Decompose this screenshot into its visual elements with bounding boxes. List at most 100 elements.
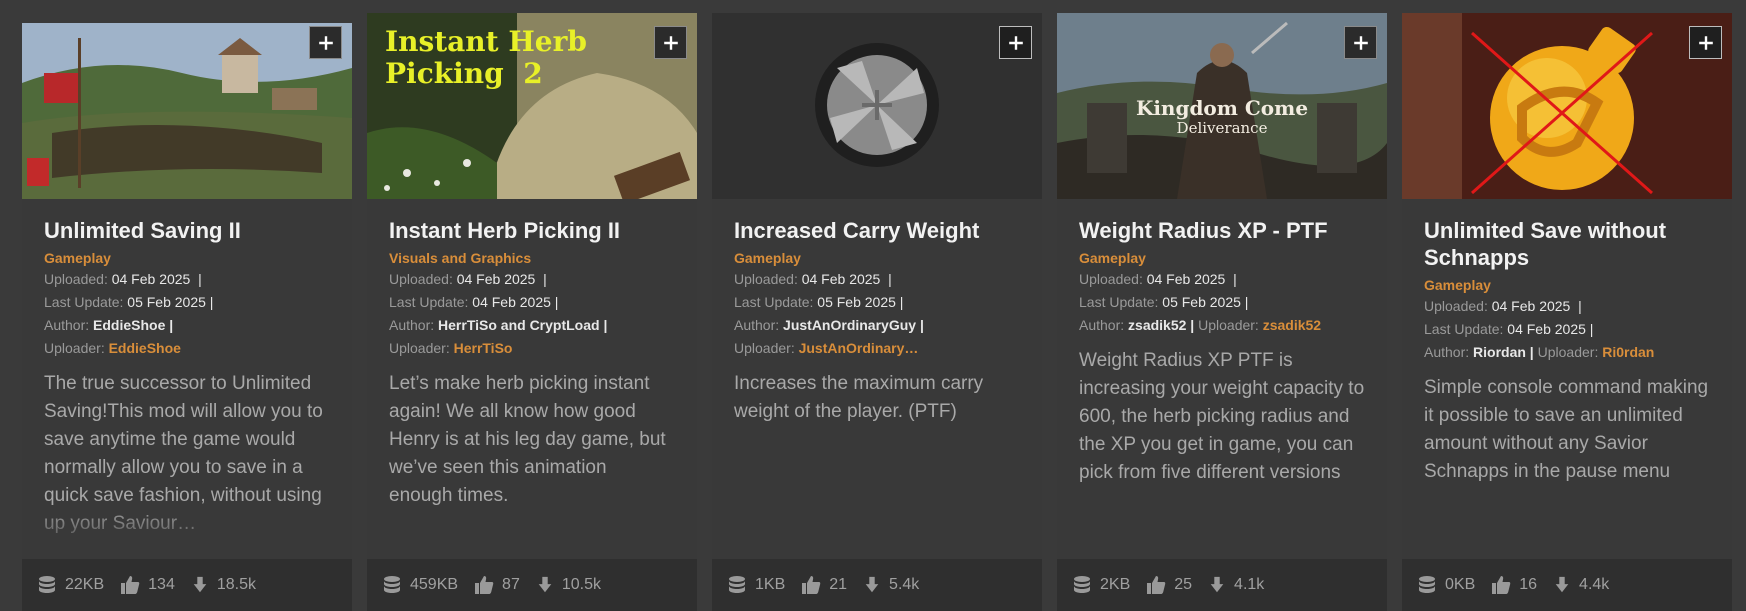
uploaded-date: 04 Feb 2025 xyxy=(456,271,536,287)
author-row: Author: Riordan | Uploader: Ri0rdan xyxy=(1424,344,1655,360)
uploader-link[interactable]: EddieShoe xyxy=(109,340,181,356)
mod-description: Increases the maximum carry weight of th… xyxy=(734,373,984,422)
file-size: 1KB xyxy=(755,576,786,593)
uploader-label: Uploader: xyxy=(734,340,795,356)
add-to-collection-button[interactable] xyxy=(999,26,1032,59)
mod-title[interactable]: Increased Carry Weight xyxy=(734,217,1020,244)
thumbnail-image: Instant Herb Picking 2 xyxy=(367,13,697,199)
thumbnail-title-line-2: Picking 2 xyxy=(385,57,543,90)
database-icon xyxy=(37,575,57,595)
uploaded-label: Uploaded: xyxy=(1424,298,1488,314)
last-update-row: Last Update: 04 Feb 2025 | xyxy=(389,294,559,310)
mod-stats: 1KB 21 5.4k xyxy=(712,559,1042,611)
mod-category[interactable]: Visuals and Graphics xyxy=(389,248,675,268)
endorsement-count: 87 xyxy=(502,576,520,593)
mod-title[interactable]: Weight Radius XP - PTF xyxy=(1079,217,1365,244)
last-update-row: Last Update: 05 Feb 2025 | xyxy=(1079,294,1249,310)
database-icon xyxy=(1417,575,1437,595)
mod-stats: 22KB 134 18.5k xyxy=(22,559,352,611)
database-icon xyxy=(1072,575,1092,595)
thumbnail-title-line-1: Instant Herb xyxy=(385,25,587,58)
last-update-label: Last Update: xyxy=(734,294,814,310)
uploader-link[interactable]: HerrTiSo xyxy=(454,340,513,356)
mod-title[interactable]: Unlimited Save without Schnapps xyxy=(1424,217,1710,271)
mod-thumbnail[interactable] xyxy=(712,13,1042,199)
mod-grid: Unlimited Saving II Gameplay Uploaded: 0… xyxy=(22,13,1732,611)
add-to-collection-button[interactable] xyxy=(654,26,687,59)
author-name: JustAnOrdinaryGuy xyxy=(783,317,917,333)
last-update-label: Last Update: xyxy=(1424,321,1504,337)
last-update-label: Last Update: xyxy=(389,294,469,310)
add-to-collection-button[interactable] xyxy=(1344,26,1377,59)
mod-thumbnail[interactable] xyxy=(22,13,352,199)
file-size-stat: 1KB xyxy=(727,575,785,595)
file-size-stat: 0KB xyxy=(1417,575,1475,595)
mod-category[interactable]: Gameplay xyxy=(1079,248,1365,268)
placeholder-logo-icon xyxy=(712,13,1042,199)
mod-title[interactable]: Unlimited Saving II xyxy=(44,217,330,244)
mod-title[interactable]: Instant Herb Picking II xyxy=(389,217,675,244)
author-row: Author: HerrTiSo and CryptLoad | xyxy=(389,317,608,333)
uploaded-row: Uploaded: 04 Feb 2025 | xyxy=(734,271,892,287)
mod-stats: 459KB 87 10.5k xyxy=(367,559,697,611)
download-count: 18.5k xyxy=(216,576,256,593)
uploader-link[interactable]: Ri0rdan xyxy=(1602,344,1654,360)
plus-icon xyxy=(318,35,334,51)
plus-icon xyxy=(1698,35,1714,51)
thumbnail-logo-line-1: Kingdom Come xyxy=(1136,96,1308,120)
mod-card: Increased Carry Weight Gameplay Uploaded… xyxy=(712,13,1042,611)
file-size: 0KB xyxy=(1445,576,1476,593)
thumbnail-logo-line-2: Deliverance xyxy=(1177,119,1268,137)
mod-category[interactable]: Gameplay xyxy=(1424,275,1710,295)
uploader-link[interactable]: JustAnOrdinary… xyxy=(799,340,919,356)
mod-card: Kingdom Come Deliverance Weight Radius X… xyxy=(1057,13,1387,611)
mod-stats: 0KB 16 4.4k xyxy=(1402,559,1732,611)
endorsement-count: 25 xyxy=(1174,576,1193,593)
database-icon xyxy=(382,575,402,595)
author-label: Author: xyxy=(44,317,90,333)
author-name: EddieShoe xyxy=(93,317,166,333)
endorsements-stat: 87 xyxy=(474,575,520,595)
download-count: 10.5k xyxy=(561,576,601,593)
mod-card: Unlimited Save without Schnapps Gameplay… xyxy=(1402,13,1732,611)
mod-thumbnail[interactable]: Kingdom Come Deliverance xyxy=(1057,13,1387,199)
last-update-date: 05 Feb 2025 xyxy=(1162,294,1241,310)
download-count: 4.1k xyxy=(1234,576,1265,593)
download-arrow-icon xyxy=(191,576,209,594)
uploader-row: Uploader: JustAnOrdinary… xyxy=(734,337,1020,360)
downloads-stat: 10.5k xyxy=(536,576,601,594)
author-label: Author: xyxy=(734,317,780,333)
plus-icon xyxy=(1353,35,1369,51)
downloads-stat: 4.4k xyxy=(1553,576,1609,594)
mod-category[interactable]: Gameplay xyxy=(44,248,330,268)
uploaded-date: 04 Feb 2025 xyxy=(111,271,191,287)
mod-category[interactable]: Gameplay xyxy=(734,248,1020,268)
author-name: Riordan xyxy=(1473,344,1526,360)
mod-thumbnail[interactable] xyxy=(1402,13,1732,199)
download-arrow-icon xyxy=(1553,576,1571,594)
thumbs-up-icon xyxy=(1491,575,1511,595)
author-row: Author: JustAnOrdinaryGuy | xyxy=(734,317,924,333)
last-update-label: Last Update: xyxy=(1079,294,1159,310)
crossed-out-schnapps-bottle-icon xyxy=(1402,13,1732,199)
add-to-collection-button[interactable] xyxy=(1689,26,1722,59)
uploader-label: Uploader: xyxy=(1537,344,1599,360)
uploaded-row: Uploaded: 04 Feb 2025 | xyxy=(389,271,547,287)
file-size: 22KB xyxy=(65,576,105,593)
uploaded-row: Uploaded: 04 Feb 2025 | xyxy=(1424,298,1582,314)
uploaded-label: Uploaded: xyxy=(734,271,798,287)
last-update-date: 04 Feb 2025 xyxy=(1507,321,1586,337)
last-update-row: Last Update: 04 Feb 2025 | xyxy=(1424,321,1594,337)
add-to-collection-button[interactable] xyxy=(309,26,342,59)
uploader-row: Uploader: EddieShoe xyxy=(44,337,330,360)
uploader-label: Uploader: xyxy=(1198,317,1259,333)
file-size-stat: 22KB xyxy=(37,575,104,595)
mod-description: The true successor to Unlimited Saving!T… xyxy=(44,373,323,534)
last-update-date: 04 Feb 2025 xyxy=(472,294,551,310)
mod-description: Simple console command making it possibl… xyxy=(1424,377,1709,482)
file-size-stat: 459KB xyxy=(382,575,458,595)
mod-card: Unlimited Saving II Gameplay Uploaded: 0… xyxy=(22,13,352,611)
mod-thumbnail[interactable]: Instant Herb Picking 2 xyxy=(367,13,697,199)
uploaded-label: Uploaded: xyxy=(1079,271,1143,287)
uploader-link[interactable]: zsadik52 xyxy=(1263,317,1321,333)
